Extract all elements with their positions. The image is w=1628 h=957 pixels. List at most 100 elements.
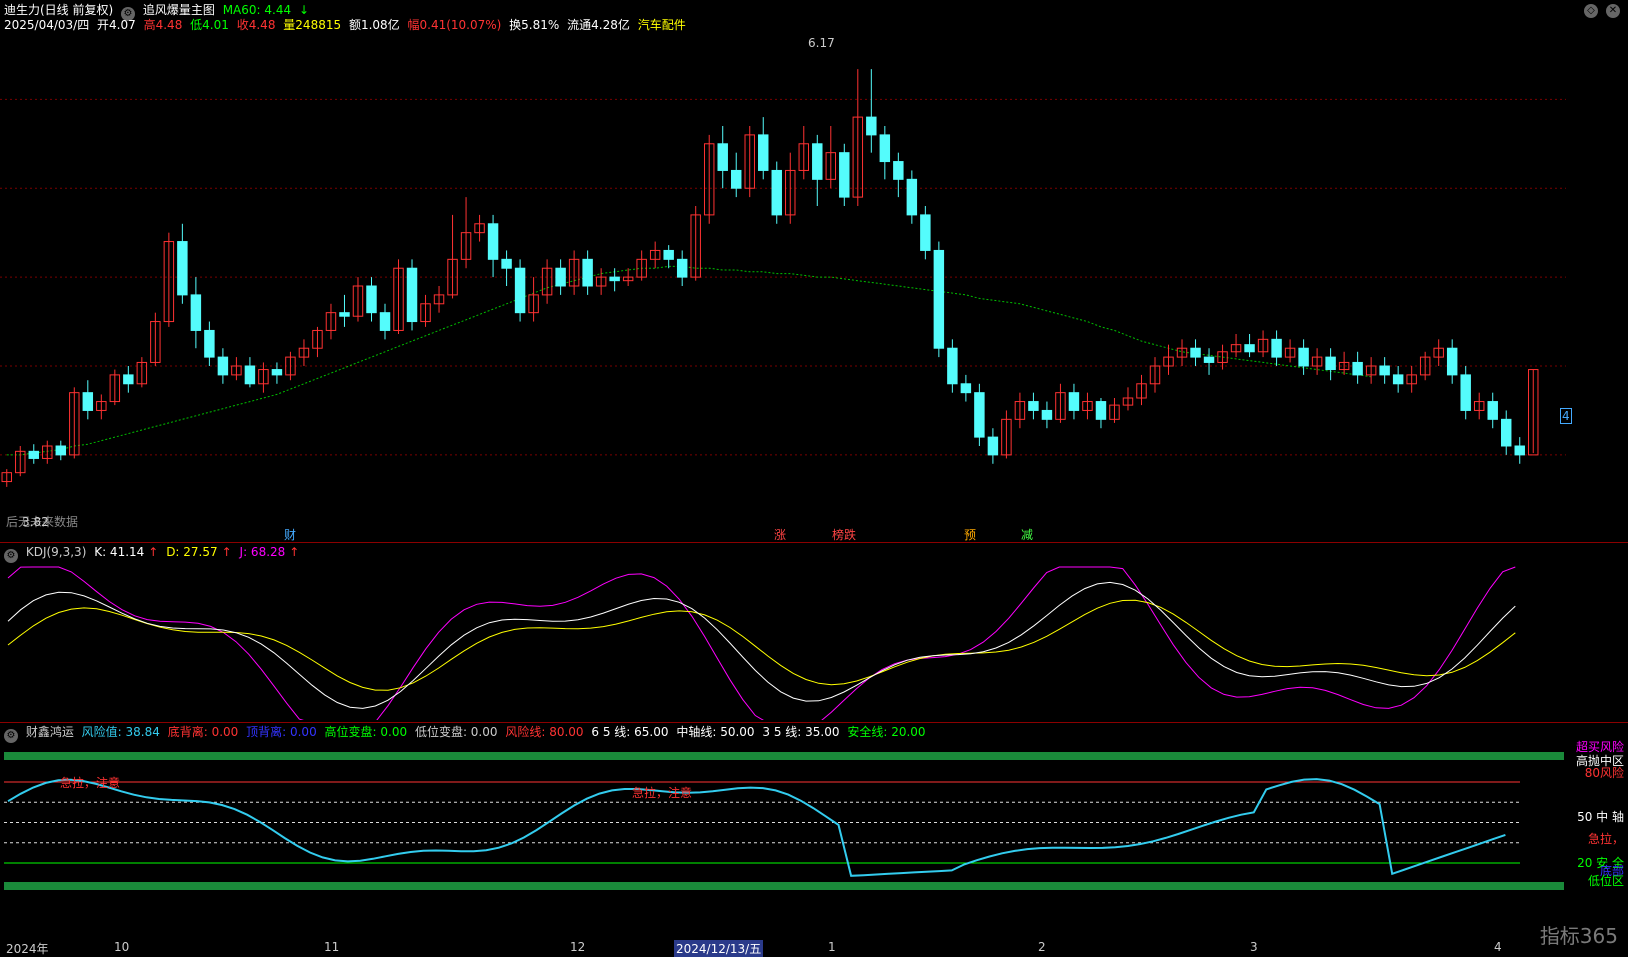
- quote-industry[interactable]: 汽车配件: [638, 18, 686, 32]
- candle-body: [1446, 347, 1458, 376]
- candle-body: [1325, 356, 1336, 371]
- quote-row: 2025/04/03/四 开4.07 高4.48 低4.01 收4.48 量24…: [4, 17, 690, 33]
- kdj-k-line: [7, 581, 1516, 709]
- label-risk80: 80风险: [1584, 766, 1624, 780]
- candle-body: [123, 374, 134, 385]
- timeline-cursor-date: 2024/12/13/五: [674, 940, 764, 957]
- candle-body: [1392, 374, 1404, 385]
- risk-annotation-2: 急拉，注意: [632, 786, 693, 800]
- low-change: 低位变盘: 0.00: [414, 725, 498, 739]
- label-overbought: 超买风险: [1575, 740, 1624, 754]
- label-mid50: 50 中 轴: [1577, 810, 1624, 824]
- kdj-d: D: 27.57: [166, 545, 218, 559]
- line65-value: 6 5 线: 65.00: [591, 725, 669, 739]
- kdj-chart[interactable]: [0, 560, 1566, 720]
- candle-body: [555, 267, 566, 287]
- ma60-arrow: ↓: [298, 3, 309, 17]
- candle-body: [28, 450, 39, 459]
- candle-body: [339, 312, 350, 317]
- label-rush: 急拉，: [1587, 832, 1624, 846]
- risk-title[interactable]: 财鑫鸿运: [26, 725, 74, 739]
- candle-body: [1068, 392, 1080, 411]
- brand-logo: 指标365: [1539, 924, 1618, 948]
- ma60-label: MA60: 4.44: [222, 3, 292, 17]
- kdj-k-arrow: ↑: [148, 545, 159, 559]
- risk-chart[interactable]: [0, 740, 1566, 936]
- kdj-risk-divider[interactable]: [0, 722, 1628, 723]
- quote-volume: 量248815: [283, 18, 342, 32]
- kdj-j-arrow: ↑: [289, 545, 300, 559]
- event-tag-zhang[interactable]: 涨: [774, 528, 786, 542]
- event-tag-bangdie[interactable]: 榜跌: [832, 528, 856, 542]
- risk-line-value: 风险线: 80.00: [505, 725, 584, 739]
- bottom-divergence: 底背离: 0.00: [167, 725, 239, 739]
- candle-body: [906, 178, 918, 216]
- candle-body: [1352, 361, 1363, 376]
- candle-body: [987, 436, 999, 456]
- kdj-title[interactable]: KDJ(9,3,3): [26, 545, 87, 559]
- candle-body: [812, 143, 823, 180]
- quote-change: 幅0.41(10.07%): [407, 18, 502, 32]
- safe-line-value: 安全线: 20.00: [847, 725, 926, 739]
- quote-open: 开4.07: [97, 18, 136, 32]
- quote-float: 流通4.28亿: [567, 18, 630, 32]
- candle-body: [244, 365, 256, 385]
- candle-body: [1095, 401, 1107, 420]
- candle-body: [1203, 356, 1215, 363]
- timeline-label-apr: 4: [1494, 940, 1502, 954]
- candle-body: [271, 369, 283, 376]
- close-panel-icon[interactable]: ✕: [1606, 4, 1620, 18]
- risk-header: ⚙ 财鑫鸿运 风险值: 38.84 底背离: 0.00 顶背离: 0.00 高位…: [4, 724, 930, 743]
- candle-body: [1244, 344, 1255, 353]
- candle-body: [771, 169, 782, 216]
- line35-value: 3 5 线: 35.00: [762, 725, 840, 739]
- title-row: 迪生力(日线 前复权) ⚙ 追风爆量主图 MA60: 4.44 ↓: [4, 2, 313, 21]
- risk-curve: [7, 778, 1506, 877]
- timeline-axis[interactable]: 2024年 10 11 12 2024/12/13/五 1 2 3 4: [0, 938, 1628, 957]
- quote-close: 收4.48: [236, 18, 276, 32]
- event-tag-jian[interactable]: 减: [1021, 528, 1033, 542]
- indicator-title[interactable]: 追风爆量主图: [143, 3, 215, 17]
- candle-body: [974, 392, 985, 438]
- candle-body: [879, 134, 891, 163]
- candle-body: [55, 445, 67, 456]
- collapse-icon[interactable]: ◇: [1584, 4, 1598, 18]
- event-tag-yu[interactable]: 预: [964, 528, 976, 542]
- overbought-band: [4, 752, 1564, 760]
- kdj-d-arrow: ↑: [221, 545, 232, 559]
- low-price-label: 3.82: [22, 515, 49, 529]
- candle-body: [1501, 418, 1512, 447]
- timeline-label-nov: 11: [324, 940, 340, 954]
- stock-name[interactable]: 迪生力(日线 前复权): [4, 3, 113, 17]
- candle-body: [379, 312, 391, 331]
- candle-body: [1028, 401, 1039, 411]
- candle-body: [933, 249, 945, 349]
- candlestick-chart[interactable]: [0, 36, 1566, 541]
- risk-annotation-1: 急拉，注意: [60, 776, 121, 790]
- candle-body: [947, 347, 958, 385]
- candle-body: [1041, 409, 1053, 420]
- kdj-k: K: 41.14: [94, 545, 145, 559]
- timeline-label-dec: 12: [570, 940, 586, 954]
- candle-body: [1460, 374, 1471, 411]
- timeline-label-jan: 1: [828, 940, 836, 954]
- candle-body: [920, 214, 931, 251]
- candle-body: [501, 258, 512, 269]
- candle-body: [609, 276, 620, 282]
- quote-date: 2025/04/03/四: [4, 18, 90, 32]
- candle-body: [582, 258, 593, 287]
- event-tag-cai[interactable]: 财: [284, 528, 296, 542]
- label-low-zone: 低位区: [1587, 874, 1624, 888]
- candle-body: [758, 134, 769, 171]
- candle-body: [731, 169, 742, 189]
- timeline-label-year: 2024年: [6, 942, 49, 956]
- candle-body: [177, 241, 188, 296]
- kdj-header: ⚙ KDJ(9,3,3) K: 41.14 ↑ D: 27.57 ↑ J: 68.2…: [4, 544, 303, 563]
- candle-body: [663, 249, 674, 260]
- candle-body: [406, 267, 418, 323]
- quote-high: 高4.48: [143, 18, 183, 32]
- right-edge-price: 4: [1560, 408, 1572, 424]
- kdj-j-line: [7, 566, 1516, 720]
- main-kdj-divider[interactable]: [0, 542, 1628, 543]
- candle-body: [1514, 445, 1525, 456]
